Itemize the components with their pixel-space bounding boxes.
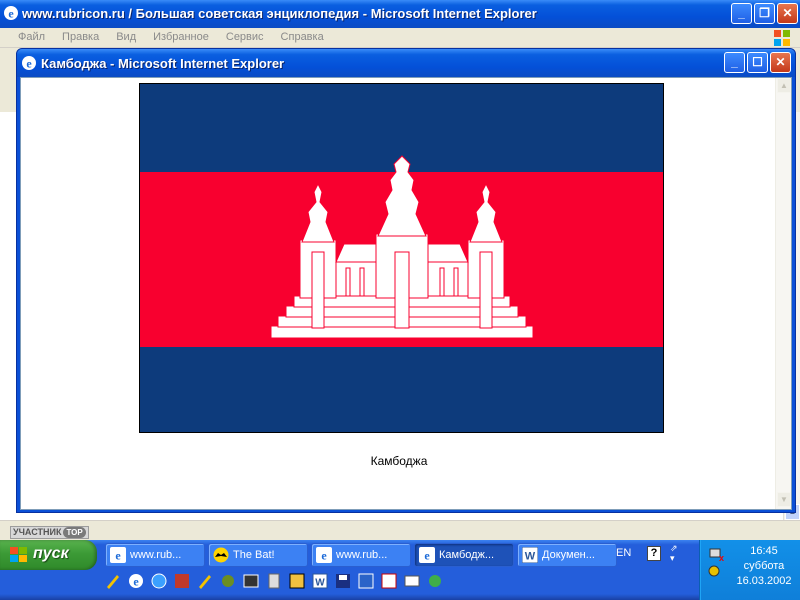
svg-text:e: e (321, 549, 327, 563)
windows-logo-icon (10, 547, 28, 566)
scroll-down-arrow-icon[interactable]: ▼ (777, 492, 791, 507)
network-status-icon[interactable]: x (708, 546, 724, 562)
quick-launch-save-icon[interactable] (335, 573, 351, 589)
popup-content: Камбоджа ▲ ▼ (20, 77, 792, 510)
minimize-button[interactable]: _ (731, 3, 752, 24)
quick-launch-tool-icon[interactable] (105, 573, 121, 589)
quick-launch-app-icon[interactable] (174, 573, 190, 589)
badge-label: УЧАСТНИК (13, 527, 62, 537)
security-icon[interactable] (708, 563, 724, 579)
menu-bar: Файл Правка Вид Избранное Сервис Справка (0, 28, 800, 48)
start-button[interactable]: пуск (0, 540, 97, 570)
ie-icon: e (419, 547, 435, 563)
menu-view[interactable]: Вид (116, 31, 136, 43)
svg-text:W: W (525, 551, 536, 563)
quick-launch-mail-icon[interactable] (404, 573, 420, 589)
background-window-title: www.rubricon.ru / Большая советская энци… (22, 6, 537, 21)
menu-file[interactable]: Файл (18, 31, 45, 43)
svg-text:W: W (315, 578, 325, 589)
quick-launch-chat-icon[interactable] (427, 573, 443, 589)
taskbar-item[interactable]: W Докумен... (517, 543, 617, 567)
quick-launch-network-icon[interactable] (358, 573, 374, 589)
help-icon[interactable]: ? (647, 546, 661, 561)
ie-icon: e (110, 547, 126, 563)
participant-top-badge[interactable]: УЧАСТНИК TOP (10, 526, 89, 539)
quick-launch-ie-icon[interactable]: e (128, 573, 144, 589)
popup-window: e Камбоджа - Microsoft Internet Explorer… (16, 48, 796, 513)
language-switch-arrows-icon[interactable]: ⇗ ▾ (670, 543, 678, 563)
quick-launch-chart-icon[interactable] (381, 573, 397, 589)
svg-text:e: e (115, 549, 121, 563)
quick-launch-game-icon[interactable] (220, 573, 236, 589)
quick-launch-word-icon[interactable]: W (312, 573, 328, 589)
quick-launch-bar: e W (105, 573, 443, 589)
popup-scrollbar[interactable]: ▲ ▼ (775, 78, 791, 509)
word-icon: W (521, 546, 539, 564)
popup-close-button[interactable]: ✕ (770, 52, 791, 73)
taskbar-item-label: The Bat! (233, 549, 275, 561)
language-indicator[interactable]: EN (616, 547, 631, 559)
scroll-up-arrow-icon[interactable]: ▲ (777, 78, 791, 93)
ie-icon: e (316, 547, 332, 563)
flag-caption: Камбоджа (370, 454, 428, 468)
quick-launch-terminal-icon[interactable] (243, 573, 259, 589)
menu-tools[interactable]: Сервис (226, 31, 264, 43)
thebat-icon (213, 547, 229, 563)
svg-text:e: e (8, 7, 14, 21)
popup-titlebar[interactable]: e Камбоджа - Microsoft Internet Explorer… (17, 49, 795, 77)
popup-title: Камбоджа - Microsoft Internet Explorer (41, 56, 285, 71)
background-window-titlebar[interactable]: e www.rubricon.ru / Большая советская эн… (0, 0, 800, 28)
svg-text:x: x (719, 553, 724, 562)
menu-help[interactable]: Справка (281, 31, 324, 43)
svg-text:e: e (133, 575, 139, 589)
taskbar-item-label: Камбодж... (439, 549, 495, 561)
quick-launch-document-icon[interactable] (266, 573, 282, 589)
cambodia-flag-image (139, 83, 664, 433)
taskbar-item-label: www.rub... (336, 549, 388, 561)
svg-text:e: e (424, 549, 430, 563)
system-tray: x 16:45 суббота 16.03.2002 (699, 540, 800, 600)
background-footer (0, 520, 800, 540)
taskbar-item[interactable]: e www.rub... (105, 543, 205, 567)
menu-favorites[interactable]: Избранное (153, 31, 209, 43)
taskbar-item[interactable]: e www.rub... (311, 543, 411, 567)
taskbar: пуск e www.rub... The Bat! e www.rub... … (0, 540, 800, 600)
close-button[interactable]: ✕ (777, 3, 798, 24)
menu-edit[interactable]: Правка (62, 31, 99, 43)
clock-time: 16:45 (750, 545, 778, 557)
ie-icon: e (21, 55, 37, 74)
taskbar-item-label: www.rub... (130, 549, 182, 561)
ie-icon: e (3, 5, 19, 24)
clock-day: суббота (743, 560, 785, 572)
svg-text:e: e (26, 57, 32, 71)
badge-tag: TOP (63, 527, 86, 538)
quick-launch-cat-icon[interactable] (289, 573, 305, 589)
taskbar-item[interactable]: The Bat! (208, 543, 308, 567)
start-label: пуск (33, 545, 69, 562)
popup-maximize-button[interactable]: ☐ (747, 52, 768, 73)
restore-button[interactable]: ❐ (754, 3, 775, 24)
taskbar-item-active[interactable]: e Камбодж... (414, 543, 514, 567)
quick-launch-tool-icon[interactable] (197, 573, 213, 589)
clock[interactable]: 16:45 суббота 16.03.2002 (730, 544, 798, 589)
quick-launch-globe-icon[interactable] (151, 573, 167, 589)
popup-minimize-button[interactable]: _ (724, 52, 745, 73)
clock-date: 16.03.2002 (736, 575, 792, 587)
taskbar-item-label: Докумен... (542, 549, 595, 561)
